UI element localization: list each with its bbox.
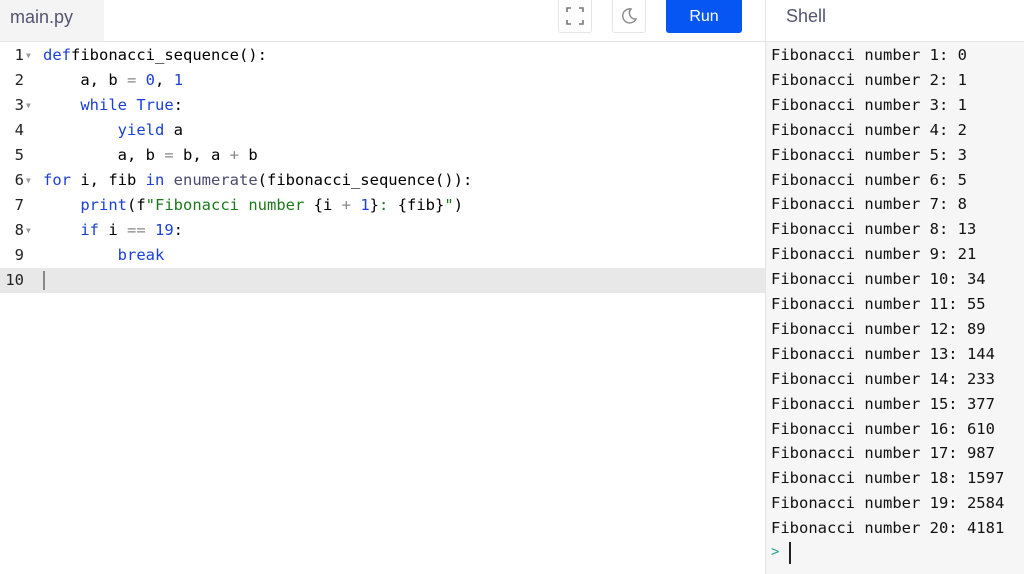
shell-input-cursor[interactable]: [789, 542, 791, 564]
shell-output-line: Fibonacci number 14: 233: [771, 369, 995, 388]
file-tab-label: main.py: [10, 7, 74, 27]
shell-output-line: Fibonacci number 18: 1597: [771, 469, 1005, 488]
code-text: a, b = 0, 1: [43, 71, 184, 89]
shell-prompt: >: [771, 544, 780, 560]
shell-output-line: Fibonacci number 1: 0: [771, 46, 967, 64]
fold-arrow-icon[interactable]: ▼: [26, 168, 31, 193]
shell-output-line: Fibonacci number 4: 2: [771, 120, 967, 139]
shell-output-line: Fibonacci number 17: 987: [771, 444, 995, 463]
code-text: for i, fib in enumerate(fibonacci_sequen…: [43, 171, 473, 189]
fullscreen-button[interactable]: [558, 0, 592, 33]
fold-arrow-icon[interactable]: ▼: [26, 218, 31, 243]
code-text: deffibonacci_sequence():: [43, 46, 267, 64]
shell-output-line: Fibonacci number 10: 34: [771, 270, 986, 289]
code-text: if i == 19:: [80, 221, 184, 239]
shell-output-line: Fibonacci number 20: 4181: [771, 519, 1005, 538]
run-button[interactable]: Run: [666, 0, 742, 33]
shell-output-line: Fibonacci number 7: 8: [771, 195, 967, 214]
code-line[interactable]: 3 ▼ while True:: [0, 93, 765, 118]
shell-output-line: Fibonacci number 15: 377: [771, 394, 995, 413]
fullscreen-icon: [566, 7, 584, 25]
shell-output-line: Fibonacci number 5: 3: [771, 145, 967, 164]
code-editor[interactable]: 1 ▼ deffibonacci_sequence(): 2 a, b = 0, 13…: [0, 42, 765, 574]
line-number: 10: [5, 271, 24, 289]
line-number: 2: [14, 71, 24, 89]
code-line[interactable]: 8 ▼ if i == 19:: [0, 218, 765, 243]
line-number: 6: [14, 171, 24, 189]
shell-output-line: Fibonacci number 9: 21: [771, 245, 977, 264]
file-tab[interactable]: main.py: [0, 0, 104, 42]
code-line[interactable]: 5 a, b = b, a + b: [0, 143, 765, 168]
text-cursor: [43, 271, 45, 290]
line-number: 4: [14, 121, 24, 139]
code-text: break: [117, 246, 165, 264]
shell-output-line: Fibonacci number 16: 610: [771, 419, 995, 438]
shell-header: Shell: [765, 0, 1024, 42]
line-number: 5: [14, 146, 24, 164]
shell-output-line: Fibonacci number 8: 13: [771, 220, 977, 239]
shell-output-line: Fibonacci number 2: 1: [771, 70, 967, 89]
shell-output-line: Fibonacci number 3: 1: [771, 95, 967, 114]
line-number: 7: [14, 196, 24, 214]
shell-output-line: Fibonacci number 13: 144: [771, 344, 995, 363]
shell-output-line: Fibonacci number 19: 2584: [771, 494, 1005, 513]
line-number: 3: [14, 96, 24, 114]
top-bar: main.py Run Shell: [0, 0, 1024, 42]
shell-output-line: Fibonacci number 11: 55: [771, 295, 986, 313]
line-number: 8: [14, 221, 24, 239]
moon-icon: [622, 8, 638, 24]
code-text: print(f"Fibonacci number {i + 1}: {fib}"…: [80, 196, 464, 214]
line-number: 9: [14, 246, 24, 264]
code-line[interactable]: 7 print(f"Fibonacci number {i + 1}: {fib…: [0, 193, 765, 218]
code-line[interactable]: 4 yield a: [0, 118, 765, 143]
shell-output-line: Fibonacci number 12: 89: [771, 319, 986, 338]
theme-toggle-button[interactable]: [612, 0, 646, 33]
shell-title: Shell: [786, 6, 827, 26]
shell-panel[interactable]: Fibonacci number 1: 0 Fibonacci number 2:…: [765, 42, 1024, 574]
code-line[interactable]: 2 a, b = 0, 1: [0, 68, 765, 93]
code-text: a, b = b, a + b: [43, 146, 258, 164]
code-line[interactable]: 10: [0, 268, 765, 293]
code-text: yield a: [117, 121, 183, 139]
shell-output-line: Fibonacci number 6: 5: [771, 170, 967, 189]
fold-arrow-icon[interactable]: ▼: [26, 93, 31, 118]
code-line[interactable]: 6 ▼ for i, fib in enumerate(fibonacci_sequ…: [0, 168, 765, 193]
line-number: 1: [14, 46, 24, 64]
code-line[interactable]: 1 ▼ deffibonacci_sequence():: [0, 43, 765, 68]
code-text: while True:: [80, 96, 184, 114]
fold-arrow-icon[interactable]: ▼: [26, 43, 31, 68]
code-line[interactable]: 9 break: [0, 243, 765, 268]
